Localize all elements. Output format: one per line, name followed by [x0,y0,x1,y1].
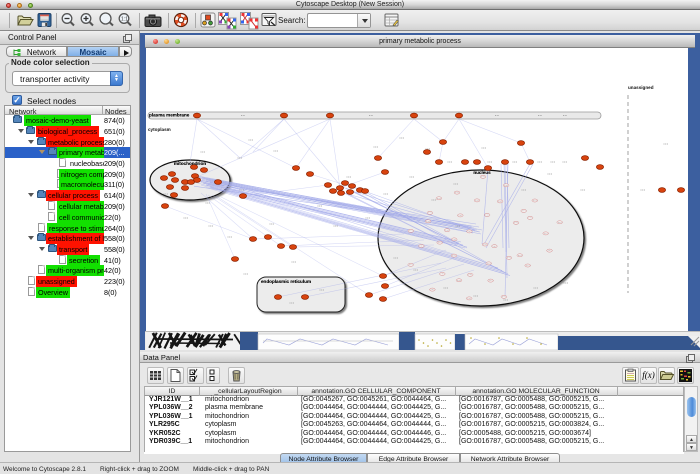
svg-text:unassigned: unassigned [628,85,654,90]
svg-text:endoplasmic reticulum: endoplasmic reticulum [261,279,311,284]
svg-text:1:1: 1:1 [121,17,128,23]
svg-text:cytoplasm: cytoplasm [148,127,171,132]
svg-text:plasma membrane: plasma membrane [149,113,190,118]
svg-text:nucleus: nucleus [473,170,491,175]
svg-text:mitochondrion: mitochondrion [174,161,206,166]
